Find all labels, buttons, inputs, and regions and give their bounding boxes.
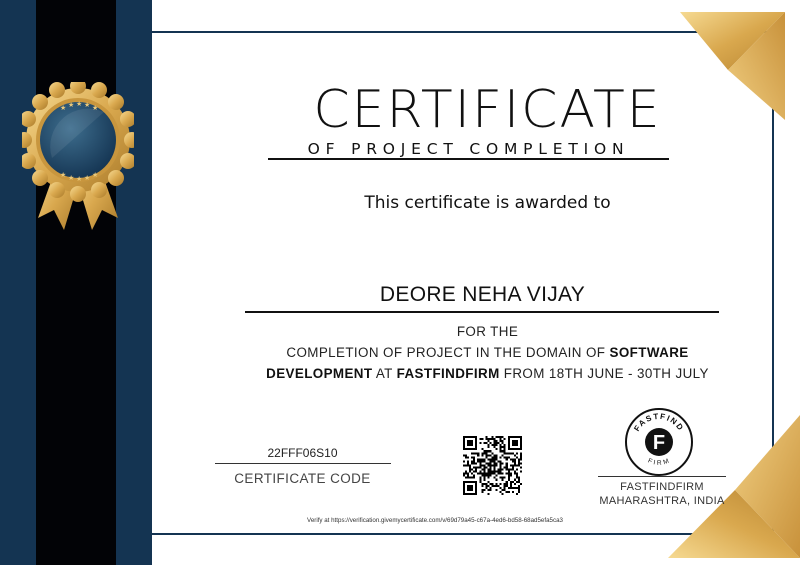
recipient-name: DEORE NEHA VIJAY <box>379 283 586 306</box>
body-dates-text: FROM 18TH JUNE - 30TH JULY <box>499 366 709 381</box>
svg-text:★: ★ <box>68 101 74 109</box>
body-domain-bold: SOFTWARE <box>609 345 689 360</box>
body-line-2: COMPLETION OF PROJECT IN THE DOMAIN OF S… <box>245 345 730 360</box>
svg-text:★: ★ <box>60 171 66 179</box>
svg-text:★: ★ <box>84 101 90 109</box>
firm-name: FASTFINDFIRM <box>620 481 704 493</box>
certificate-subtitle: OF PROJECT COMPLETION <box>307 140 630 158</box>
svg-text:★: ★ <box>76 175 82 183</box>
body-line-2-text: COMPLETION OF PROJECT IN THE DOMAIN OF <box>286 345 610 360</box>
certificate-code-line <box>215 463 391 464</box>
fastfindfirm-logo: FASTFIND FIRM F <box>625 408 693 476</box>
svg-text:★: ★ <box>92 104 98 112</box>
certificate-page: ★ ★ ★ ★ ★ ★ ★ ★ ★ ★ CERTIFICATE OF PROJECT COMPL… <box>0 0 800 565</box>
verification-link[interactable]: Verify at https://verification.givemycer… <box>245 517 625 524</box>
award-medal-icon: ★ ★ ★ ★ ★ ★ ★ ★ ★ ★ <box>22 82 134 230</box>
logo-letter: F <box>653 432 665 454</box>
body-company-bold: FASTFINDFIRM <box>396 366 500 381</box>
body-at-text: AT <box>372 366 397 381</box>
svg-text:★: ★ <box>68 174 74 182</box>
body-domain-bold-2: DEVELOPMENT <box>266 366 373 381</box>
subtitle-underline <box>268 158 669 160</box>
firm-signature-line <box>598 476 726 477</box>
svg-text:★: ★ <box>60 104 66 112</box>
svg-text:★: ★ <box>76 100 82 108</box>
svg-text:★: ★ <box>92 171 98 179</box>
body-line-3: DEVELOPMENT AT FASTFINDFIRM FROM 18TH JU… <box>245 366 730 381</box>
certificate-code-label: CERTIFICATE CODE <box>234 471 371 486</box>
qr-code-icon[interactable] <box>463 436 522 495</box>
awarded-text: This certificate is awarded to <box>364 193 611 213</box>
certificate-code-value: 22FFF06S10 <box>267 446 338 460</box>
body-for-the: FOR THE <box>456 324 519 339</box>
svg-text:★: ★ <box>84 174 90 182</box>
firm-location: MAHARASHTRA, INDIA <box>599 495 725 507</box>
certificate-title: CERTIFICATE <box>313 80 662 140</box>
recipient-name-underline <box>245 311 719 313</box>
